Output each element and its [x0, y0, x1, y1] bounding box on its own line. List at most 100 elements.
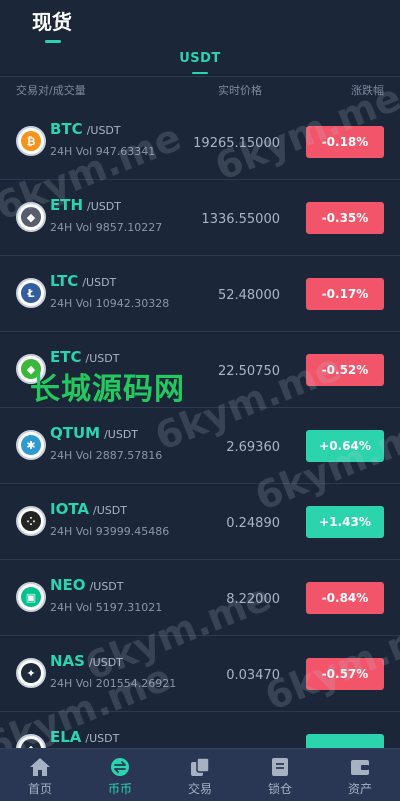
neo-icon-glyph: ▣: [21, 587, 41, 607]
market-row-etc[interactable]: ◆ ETC/USDT 22.50750 -0.52%: [0, 332, 400, 408]
pair-quote: /USDT: [93, 504, 127, 517]
nav-trade-label: 交易: [187, 782, 212, 796]
pair-volume: 24H Vol 93999.45486: [50, 525, 170, 538]
market-row-ela[interactable]: ◆ ELA/USDT: [0, 712, 400, 748]
pair-volume: 24H Vol 10942.30328: [50, 297, 170, 310]
ethereum-icon: ◆: [16, 202, 46, 232]
title-underline: [45, 40, 61, 43]
nav-lock-label: 锁仓: [267, 782, 292, 796]
iota-icon: ⁘: [16, 506, 46, 536]
change-badge[interactable]: -0.57%: [306, 658, 384, 690]
nav-exchange[interactable]: 币币: [80, 749, 160, 801]
pair-price: 8.22000: [226, 592, 280, 607]
tab-active-indicator: [192, 72, 208, 74]
pair-symbol: NEO: [50, 576, 86, 594]
lock-icon: [272, 758, 288, 776]
market-row-iota[interactable]: ⁘ IOTA/USDT 24H Vol 93999.45486 0.24890 …: [0, 484, 400, 560]
market-row-btc[interactable]: ₿ BTC/USDT 24H Vol 947.63341 19265.15000…: [0, 104, 400, 180]
header: 现货: [0, 0, 400, 48]
litecoin-icon: Ł: [16, 278, 46, 308]
pair-name: NAS/USDT: [50, 652, 123, 670]
pair-volume: 24H Vol 201554.26921: [50, 677, 177, 690]
nav-home[interactable]: 首页: [0, 749, 80, 801]
bitcoin-icon: ₿: [16, 126, 46, 156]
pair-symbol: ELA: [50, 728, 82, 746]
column-pair-label: 交易对/成交量: [16, 84, 86, 97]
pair-symbol: NAS: [50, 652, 85, 670]
market-row-qtum[interactable]: ✱ QTUM/USDT 24H Vol 2887.57816 2.69360 +…: [0, 408, 400, 484]
pair-name: BTC/USDT: [50, 120, 121, 138]
exchange-icon: [111, 758, 129, 776]
pair-name: IOTA/USDT: [50, 500, 127, 518]
pair-name: ETH/USDT: [50, 196, 121, 214]
pair-symbol: IOTA: [50, 500, 90, 518]
pair-quote: /USDT: [86, 124, 121, 137]
pair-volume: 24H Vol 9857.10227: [50, 221, 163, 234]
ethereum-classic-icon: ◆: [16, 354, 46, 384]
quote-tabs: USDT: [0, 48, 400, 78]
nas-icon: ✦: [16, 658, 46, 688]
change-badge[interactable]: -0.18%: [306, 126, 384, 158]
neo-icon: ▣: [16, 582, 46, 612]
pair-name: ELA/USDT: [50, 728, 119, 746]
tab-usdt[interactable]: USDT: [0, 51, 400, 66]
nav-lock[interactable]: 锁仓: [240, 749, 320, 801]
home-icon: [30, 758, 50, 776]
market-row-ltc[interactable]: Ł LTC/USDT 24H Vol 10942.30328 52.48000 …: [0, 256, 400, 332]
change-badge[interactable]: -0.35%: [306, 202, 384, 234]
pair-quote: /USDT: [82, 276, 117, 289]
pair-price: 2.69360: [226, 440, 280, 455]
pair-volume: 24H Vol 947.63341: [50, 145, 156, 158]
pair-symbol: ETH: [50, 196, 84, 214]
pair-quote: /USDT: [89, 580, 124, 593]
iota-icon-glyph: ⁘: [21, 511, 41, 531]
pair-quote: /USDT: [85, 732, 120, 745]
pair-symbol: ETC: [50, 348, 82, 366]
pair-name: ETC/USDT: [50, 348, 119, 366]
divider: [0, 76, 400, 77]
market-row-neo[interactable]: ▣ NEO/USDT 24H Vol 5197.31021 8.22000 -0…: [0, 560, 400, 636]
pair-price: 19265.15000: [193, 136, 280, 151]
pair-name: QTUM/USDT: [50, 424, 138, 442]
pair-symbol: BTC: [50, 120, 83, 138]
change-badge[interactable]: +1.43%: [306, 506, 384, 538]
column-price-label: 实时价格: [218, 84, 262, 97]
change-badge[interactable]: [306, 734, 384, 748]
market-row-eth[interactable]: ◆ ETH/USDT 24H Vol 9857.10227 1336.55000…: [0, 180, 400, 256]
page-title: 现货: [32, 10, 72, 34]
market-list: ₿ BTC/USDT 24H Vol 947.63341 19265.15000…: [0, 104, 400, 748]
pair-symbol: LTC: [50, 272, 79, 290]
bitcoin-icon-glyph: ₿: [21, 131, 41, 151]
pair-quote: /USDT: [85, 352, 120, 365]
nav-assets[interactable]: 资产: [320, 749, 400, 801]
pair-price: 0.24890: [226, 516, 280, 531]
change-badge[interactable]: -0.84%: [306, 582, 384, 614]
pair-volume: 24H Vol 2887.57816: [50, 449, 163, 462]
pair-quote: /USDT: [88, 656, 123, 669]
change-badge[interactable]: -0.17%: [306, 278, 384, 310]
nav-exchange-label: 币币: [107, 782, 132, 796]
pair-name: NEO/USDT: [50, 576, 124, 594]
column-change-label: 涨跌幅: [351, 84, 384, 97]
change-badge[interactable]: +0.64%: [306, 430, 384, 462]
ethereum-icon-glyph: ◆: [21, 207, 41, 227]
trade-icon: [191, 757, 210, 776]
change-badge[interactable]: -0.52%: [306, 354, 384, 386]
pair-price: 52.48000: [217, 288, 280, 303]
litecoin-icon-glyph: Ł: [21, 283, 41, 303]
column-header: 交易对/成交量 实时价格 涨跌幅: [0, 80, 400, 100]
pair-price: 22.50750: [217, 364, 280, 379]
pair-name: LTC/USDT: [50, 272, 116, 290]
pair-quote: /USDT: [87, 200, 121, 213]
pair-price: 1336.55000: [201, 212, 280, 227]
nas-icon-glyph: ✦: [21, 663, 41, 683]
ethereum-classic-icon-glyph: ◆: [21, 359, 41, 379]
qtum-icon-glyph: ✱: [21, 435, 41, 455]
ela-icon-glyph: ◆: [21, 739, 41, 748]
nav-home-label: 首页: [27, 782, 52, 796]
pair-quote: /USDT: [104, 428, 139, 441]
market-row-nas[interactable]: ✦ NAS/USDT 24H Vol 201554.26921 0.03470 …: [0, 636, 400, 712]
wallet-icon: [351, 760, 369, 775]
nav-trade[interactable]: 交易: [160, 749, 240, 801]
pair-price: 0.03470: [226, 668, 280, 683]
